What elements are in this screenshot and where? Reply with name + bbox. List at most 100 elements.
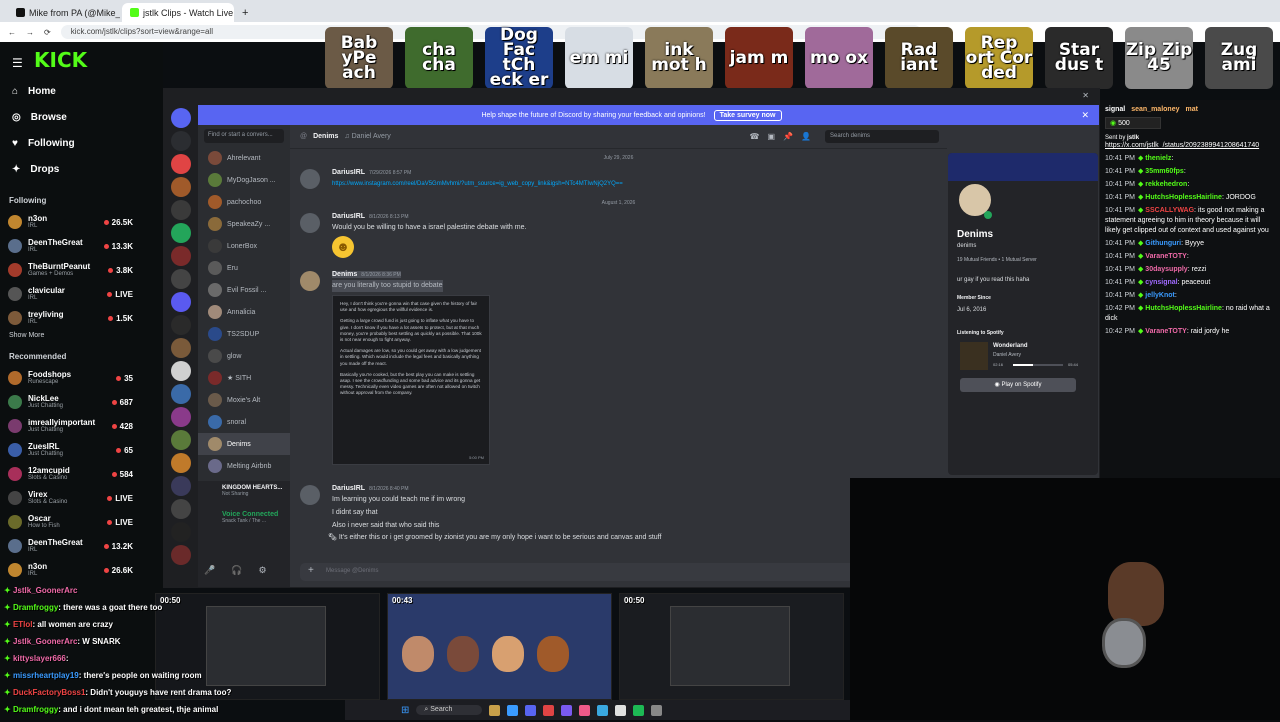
app-icon[interactable] <box>597 704 609 716</box>
edge-icon[interactable] <box>507 704 519 716</box>
nav-following[interactable]: ♥ Following <box>0 130 163 156</box>
discord-icon[interactable] <box>525 704 537 716</box>
server-icon[interactable] <box>171 430 191 450</box>
chat-username[interactable]: HutchsHoplessHairline <box>1145 305 1222 312</box>
avatar[interactable] <box>300 271 320 291</box>
dm-item[interactable]: pachochoo <box>198 191 290 213</box>
dm-item[interactable]: Annalicia <box>198 301 290 323</box>
taskbar-search[interactable]: ⌕ Search <box>416 705 483 715</box>
server-icon[interactable] <box>171 315 191 335</box>
dm-item[interactable]: Ahrelevant <box>198 147 290 169</box>
message-author[interactable]: DariusIRL <box>332 169 365 176</box>
kick-logo[interactable]: KICK <box>34 48 87 72</box>
channel-avatar[interactable] <box>8 443 22 457</box>
nav-browse[interactable]: ◎ Browse <box>0 104 163 130</box>
chat-username[interactable]: VaraneTOTY <box>1145 253 1187 260</box>
plus-icon[interactable]: + <box>308 565 314 576</box>
channel-avatar[interactable] <box>8 395 22 409</box>
chat-username[interactable]: cynsignal <box>1145 279 1177 286</box>
app-icon[interactable] <box>615 704 627 716</box>
chat-username[interactable]: rekkehedron <box>1145 181 1187 188</box>
channel-avatar[interactable] <box>8 287 22 301</box>
clip-card[interactable]: 00:50 <box>619 593 844 700</box>
spotify-icon[interactable] <box>633 704 645 716</box>
headphones-icon[interactable]: 🎧 <box>231 565 242 576</box>
folder-icon[interactable] <box>489 704 501 716</box>
server-icon[interactable] <box>171 407 191 427</box>
channel-item[interactable]: DeenTheGreat IRL 13.3K <box>0 234 163 258</box>
mic-icon[interactable]: 🎤 <box>204 565 215 576</box>
channel-item[interactable]: n3on IRL 26.5K <box>0 210 163 234</box>
channel-item[interactable]: Oscar How to Fish LIVE <box>0 510 163 534</box>
channel-item[interactable]: DeenTheGreat IRL 13.2K <box>0 534 163 558</box>
channel-avatar[interactable] <box>8 263 22 277</box>
new-tab-button[interactable]: + <box>236 4 254 22</box>
settings-icon[interactable] <box>651 704 663 716</box>
close-icon[interactable]: ✕ <box>1082 91 1089 100</box>
chat-top-user[interactable]: sean_maloney <box>1131 106 1179 113</box>
channel-item[interactable]: n3on IRL 26.6K <box>0 558 163 582</box>
gear-icon[interactable]: ⚙ <box>258 565 266 576</box>
pinned-link[interactable]: https://x.com/jstlk_/status/209238994120… <box>1105 141 1275 150</box>
browser-tab-kick[interactable]: jstlk Clips - Watch Live on Kick <box>122 3 234 22</box>
reload-icon[interactable]: ⟳ <box>44 28 51 37</box>
chat-search-input[interactable]: Search denims <box>825 130 939 143</box>
menu-icon[interactable]: ☰ <box>12 56 23 70</box>
back-icon[interactable]: ← <box>8 28 16 37</box>
nav-home[interactable]: ⌂ Home <box>0 78 163 104</box>
server-icon[interactable] <box>171 476 191 496</box>
channel-item[interactable]: TheBurntPeanut Games + Demos 3.8K <box>0 258 163 282</box>
channel-item[interactable]: Virex Slots & Casino LIVE <box>0 486 163 510</box>
server-icon[interactable] <box>171 200 191 220</box>
clip-card[interactable]: 00:43 <box>387 593 612 700</box>
dm-item[interactable]: Evil Fossil ... <box>198 279 290 301</box>
profile-mutuals[interactable]: 19 Mutual Friends • 1 Mutual Server <box>957 257 1037 263</box>
chat-username[interactable]: VaraneTOTY <box>1145 328 1187 335</box>
app-icon[interactable] <box>579 704 591 716</box>
song-title[interactable]: Wonderland <box>993 343 1028 349</box>
forward-icon[interactable]: → <box>26 28 34 37</box>
server-icon[interactable] <box>171 499 191 519</box>
server-name[interactable]: KINGDOM HEARTS... <box>198 481 290 491</box>
channel-item[interactable]: Foodshops Runescape 35 <box>0 366 163 390</box>
voice-connected[interactable]: Voice Connected <box>198 497 290 518</box>
channel-item[interactable]: clavicular IRL LIVE <box>0 282 163 306</box>
server-icon[interactable] <box>171 338 191 358</box>
obs-icon[interactable] <box>561 704 573 716</box>
server-icon[interactable] <box>171 361 191 381</box>
dm-item[interactable]: MyDogJason ... <box>198 169 290 191</box>
avatar[interactable] <box>300 485 320 505</box>
dm-item[interactable]: LonerBox <box>198 235 290 257</box>
channel-item[interactable]: treyliving IRL 1.5K <box>0 306 163 330</box>
take-survey-button[interactable]: Take survey now <box>713 109 782 121</box>
chat-top-user[interactable]: mat <box>1185 106 1197 113</box>
channel-avatar[interactable] <box>8 515 22 529</box>
chat-username[interactable]: thenielz <box>1145 155 1171 162</box>
channel-item[interactable]: ZuesIRL Just Chatting 65 <box>0 438 163 462</box>
show-more-link[interactable]: Show More <box>0 332 163 346</box>
avatar[interactable] <box>300 213 320 233</box>
dm-item[interactable]: Eru <box>198 257 290 279</box>
play-on-spotify-button[interactable]: ◉ Play on Spotify <box>960 378 1076 392</box>
chat-username[interactable]: 35mm60fps <box>1145 168 1184 175</box>
nav-drops[interactable]: ✦ Drops <box>0 156 163 182</box>
dm-search-input[interactable]: Find or start a convers... <box>204 129 284 143</box>
channel-item[interactable]: 12amcupid Slots & Casino 584 <box>0 462 163 486</box>
avatar[interactable] <box>300 169 320 189</box>
dm-item[interactable]: SpeakeaZy ... <box>198 213 290 235</box>
dm-item[interactable]: Melting Airbnb <box>198 455 290 477</box>
channel-item[interactable]: NickLee Just Chatting 687 <box>0 390 163 414</box>
server-icon[interactable] <box>171 108 191 128</box>
dm-item[interactable]: snoral <box>198 411 290 433</box>
windows-start-icon[interactable]: ⊞ <box>401 705 409 716</box>
channel-avatar[interactable] <box>8 215 22 229</box>
channel-item[interactable]: imreallyimportant Just Chatting 428 <box>0 414 163 438</box>
header-icons[interactable]: ☎▣📌👤 <box>750 132 819 141</box>
message-author[interactable]: Denims <box>332 271 357 278</box>
channel-avatar[interactable] <box>8 311 22 325</box>
server-icon[interactable] <box>171 177 191 197</box>
dm-item[interactable]: Denims <box>198 433 290 455</box>
dm-item[interactable]: Moxie's Alt <box>198 389 290 411</box>
chat-username[interactable]: jellyKnot <box>1145 292 1175 299</box>
message-author[interactable]: DariusIRL <box>332 485 365 492</box>
